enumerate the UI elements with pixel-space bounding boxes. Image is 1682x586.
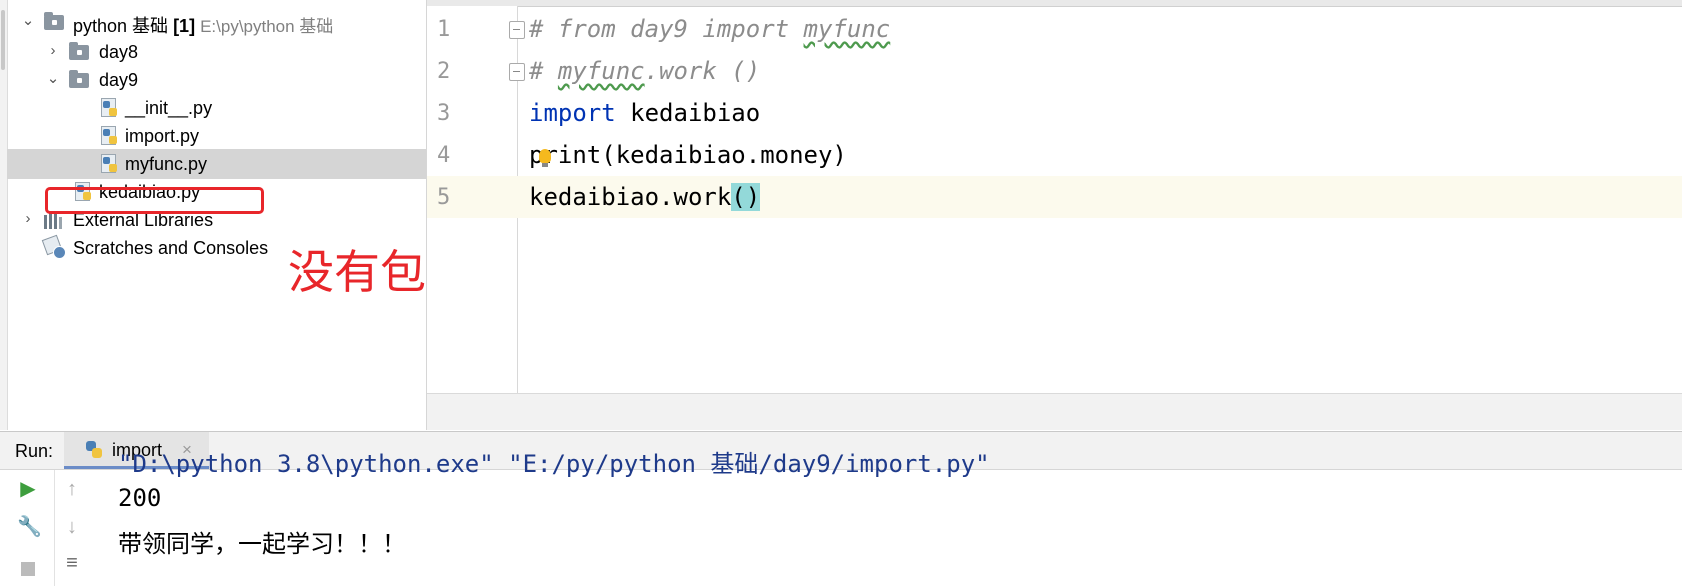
tree-item-label: myfunc.py — [125, 154, 208, 174]
code-text: print(kedaibiao.money) — [529, 141, 847, 169]
line-number: 5 — [437, 184, 451, 210]
console-output-line: 200 — [118, 484, 162, 512]
scratches-icon — [41, 234, 66, 259]
keyword-import: import — [529, 99, 616, 127]
code-text: import kedaibiao — [529, 99, 760, 127]
tree-item-label: Scratches and Consoles — [73, 238, 269, 258]
chevron-right-icon[interactable]: › — [46, 43, 60, 58]
annotation-text: 没有包 — [288, 245, 426, 299]
tree-item-label: import.py — [125, 126, 200, 146]
folder-icon — [69, 70, 89, 88]
toolbar-divider — [54, 470, 55, 586]
soft-wrap-icon[interactable]: ≡ — [61, 552, 83, 574]
chevron-right-icon[interactable]: › — [21, 211, 35, 226]
python-file-icon — [101, 98, 119, 118]
project-tool-window: ⌄ python 基础 [1] E:\py\python 基础 › day8 ⌄… — [0, 0, 427, 430]
python-file-icon — [101, 154, 119, 174]
tree-item-day9[interactable]: ⌄ day9 — [7, 65, 426, 95]
python-file-icon — [101, 126, 119, 146]
line-number: 1 — [437, 16, 451, 42]
code-line-5[interactable]: 5 kedaibiao.work() — [427, 176, 1682, 218]
stop-icon[interactable] — [17, 558, 39, 580]
chevron-down-icon[interactable]: ⌄ — [46, 71, 60, 86]
project-root-badge: [1] — [173, 16, 196, 36]
code-line-4[interactable]: 4 print(kedaibiao.money) — [427, 134, 1682, 176]
wrench-icon[interactable]: 🔧 — [17, 516, 42, 538]
unresolved-reference: myfunc — [803, 15, 891, 43]
tree-item-myfunc-py[interactable]: myfunc.py — [7, 149, 426, 179]
code-text: kedaibiao.work() — [529, 183, 761, 211]
code-line-2[interactable]: 2 # myfunc.work () — [427, 50, 1682, 92]
run-icon[interactable]: ▶ — [17, 478, 39, 500]
python-icon — [84, 440, 104, 460]
tree-root-row[interactable]: ⌄ python 基础 [1] E:\py\python 基础 — [7, 7, 426, 37]
folder-icon — [69, 42, 89, 60]
tree-item-label: day9 — [99, 70, 139, 90]
line-number: 2 — [437, 58, 451, 84]
highlight-box — [45, 187, 264, 214]
run-toolbar: ▶ 🔧 ↑ ↓ ≡ — [0, 470, 100, 586]
line-number: 4 — [437, 142, 451, 168]
tree-item-label: __init__.py — [125, 98, 213, 118]
editor-horizontal-scrollbar[interactable] — [427, 393, 1682, 430]
code-line-1[interactable]: 1 # from day9 import myfunc — [427, 8, 1682, 50]
code-editor[interactable]: 1 # from day9 import myfunc 2 # myfunc.w… — [427, 0, 1682, 430]
tree-item-init-py[interactable]: __init__.py — [7, 93, 426, 123]
up-arrow-icon[interactable]: ↑ — [61, 478, 83, 500]
run-tool-window: Run: import × ▶ 🔧 ↑ ↓ ≡ "D:\python 3.8\p… — [0, 431, 1682, 586]
chevron-down-icon[interactable]: ⌄ — [21, 13, 35, 28]
code-before-paren: kedaibiao.work — [529, 183, 732, 211]
down-arrow-icon[interactable]: ↓ — [61, 516, 83, 538]
line-number: 3 — [437, 100, 451, 126]
fold-marker-icon[interactable] — [509, 63, 525, 81]
project-root-name: python 基础 [1] E:\py\python 基础 — [73, 16, 334, 36]
code-rest: kedaibiao — [615, 99, 761, 127]
folder-icon — [44, 12, 64, 30]
tree-item-label: day8 — [99, 42, 139, 62]
code-text: # myfunc.work () — [529, 57, 761, 85]
fold-marker-icon[interactable] — [509, 21, 525, 39]
project-root-path: E:\py\python 基础 — [200, 17, 334, 36]
console-output-line: 带领同学，一起学习！！！ — [118, 530, 406, 558]
tree-scrollbar[interactable] — [1, 10, 5, 70]
matched-parentheses: () — [731, 183, 761, 211]
code-text: # from day9 import myfunc — [529, 15, 891, 43]
tree-item-import-py[interactable]: import.py — [7, 121, 426, 151]
editor-tab-bar — [427, 0, 1682, 7]
tree-item-day8[interactable]: › day8 — [7, 37, 426, 67]
code-line-3[interactable]: 3 import kedaibiao — [427, 92, 1682, 134]
run-title: Run: — [15, 441, 54, 461]
unresolved-reference: myfunc — [557, 57, 645, 85]
lightbulb-icon[interactable] — [539, 149, 551, 167]
console-command-line: "D:\python 3.8\python.exe" "E:/py/python… — [118, 450, 990, 478]
